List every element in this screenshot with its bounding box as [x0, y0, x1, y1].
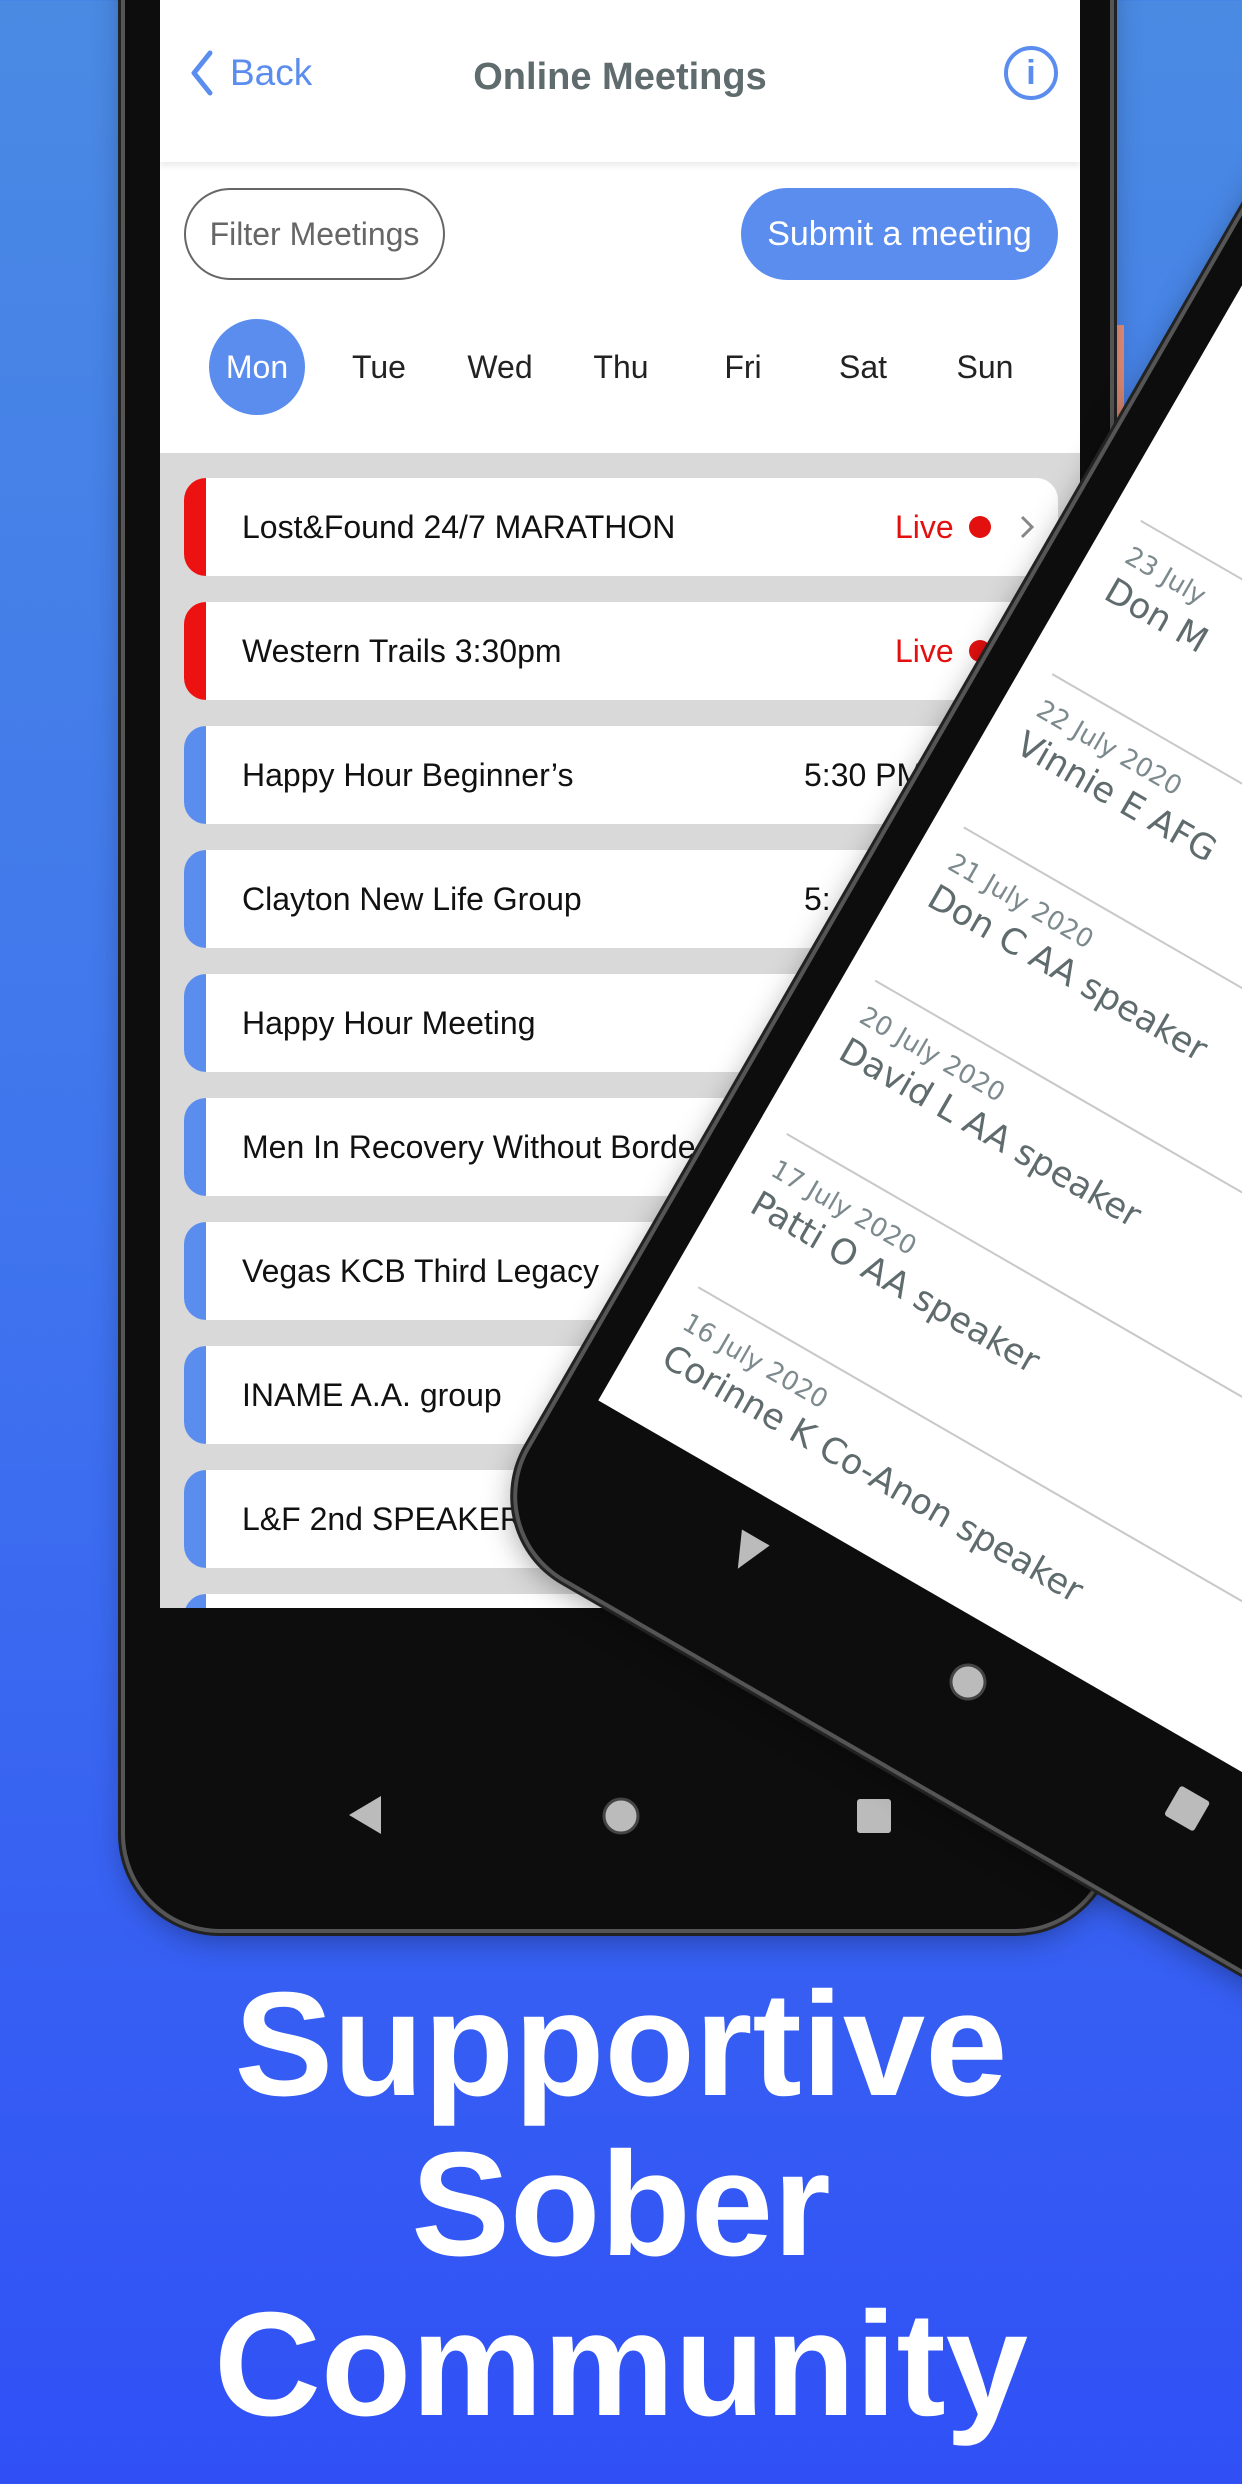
meeting-name: Happy Hour Beginner’s — [242, 757, 574, 793]
status-bar — [184, 974, 206, 1072]
status-bar — [184, 478, 206, 576]
nav-back-icon[interactable] — [720, 1527, 772, 1581]
submit-meeting-button[interactable]: Submit a meeting — [741, 188, 1058, 280]
day-tab-tue[interactable]: Tue — [331, 319, 427, 415]
day-tab-wed[interactable]: Wed — [452, 319, 548, 415]
status-bar — [184, 1222, 206, 1320]
meeting-row[interactable]: Lost&Found 24/7 MARATHON Live — [184, 478, 1058, 576]
live-badge: Live — [895, 509, 954, 545]
nav-recents-icon[interactable] — [856, 1798, 892, 1834]
status-bar — [184, 1594, 206, 1608]
meeting-name: Vegas KCB Third Legacy — [242, 1253, 599, 1289]
caption-line: Supportive — [234, 1962, 1008, 2127]
meeting-row[interactable]: Western Trails 3:30pm Live — [184, 602, 1058, 700]
status-bar — [184, 1346, 206, 1444]
live-badge: Live — [895, 633, 954, 669]
caption-line: Sober — [411, 2122, 831, 2287]
app-header: Back Online Meetings i — [160, 0, 1080, 162]
chevron-right-icon — [1020, 515, 1035, 539]
meeting-name: Lost&Found 24/7 MARATHON — [242, 509, 676, 545]
info-icon[interactable]: i — [1004, 46, 1058, 100]
live-dot-icon — [969, 516, 991, 538]
page-title: Online Meetings — [473, 56, 767, 98]
meeting-name: Western Trails 3:30pm — [242, 633, 562, 669]
nav-recents-icon[interactable] — [1163, 1784, 1212, 1833]
meeting-name: INAME A.A. group — [242, 1377, 502, 1413]
status-bar — [184, 1098, 206, 1196]
status-bar — [184, 726, 206, 824]
day-tab-mon[interactable]: Mon — [209, 319, 305, 415]
status-bar — [184, 1470, 206, 1568]
nav-home-icon[interactable] — [600, 1795, 642, 1837]
marketing-caption: Supportive Sober Community — [0, 1965, 1242, 2445]
status-bar — [184, 850, 206, 948]
meeting-name: Men In Recovery Without Borde — [242, 1129, 696, 1165]
day-tab-sat[interactable]: Sat — [815, 319, 911, 415]
day-tab-fri[interactable]: Fri — [695, 319, 791, 415]
caption-line: Community — [214, 2282, 1028, 2447]
nav-back-icon[interactable] — [347, 1794, 383, 1836]
nav-home-icon[interactable] — [939, 1653, 996, 1710]
meeting-name: Happy Hour Meeting — [242, 1005, 536, 1041]
meeting-name: L&F 2nd SPEAKER — [242, 1501, 524, 1537]
day-tab-thu[interactable]: Thu — [573, 319, 669, 415]
meeting-name: Clayton New Life Group — [242, 881, 582, 917]
filter-meetings-button[interactable]: Filter Meetings — [184, 188, 445, 280]
day-tab-sun[interactable]: Sun — [937, 319, 1033, 415]
status-bar — [184, 602, 206, 700]
